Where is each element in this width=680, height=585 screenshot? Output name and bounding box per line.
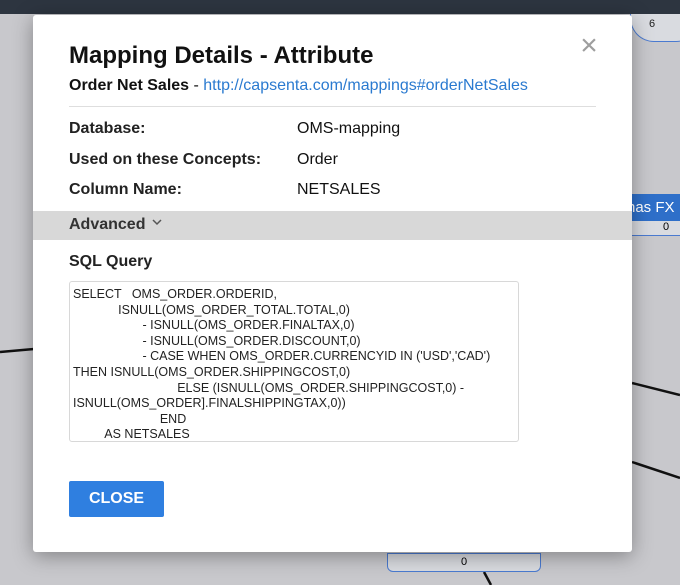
divider — [69, 106, 596, 107]
node-count: 0 — [460, 556, 468, 568]
sql-query-label: SQL Query — [69, 253, 153, 270]
field-label: Database: — [69, 120, 146, 137]
chevron-down-icon — [151, 215, 163, 232]
close-icon[interactable]: × — [576, 31, 602, 61]
advanced-toggle[interactable]: Advanced — [33, 211, 632, 240]
field-value: Order — [297, 151, 338, 168]
node-label: nas FX — [624, 194, 680, 221]
modal-title: Mapping Details - Attribute — [69, 42, 374, 69]
mapping-link[interactable]: http://capsenta.com/mappings#orderNetSal… — [203, 77, 528, 94]
node-count: 0 — [624, 221, 680, 236]
graph-node-bottom[interactable]: 0 — [387, 553, 541, 572]
field-value: NETSALES — [297, 181, 381, 198]
mapping-details-modal: × Mapping Details - Attribute Order Net … — [33, 15, 632, 552]
advanced-label: Advanced — [69, 216, 146, 233]
field-label: Column Name: — [69, 181, 182, 198]
modal-subtitle: Order Net Sales - http://capsenta.com/ma… — [69, 77, 528, 95]
field-label: Used on these Concepts: — [69, 151, 262, 168]
node-count: 6 — [648, 18, 656, 30]
close-button[interactable]: CLOSE — [69, 481, 164, 517]
sql-query-box[interactable]: SELECT OMS_ORDER.ORDERID, ISNULL(OMS_ORD… — [69, 281, 519, 442]
field-value: OMS-mapping — [297, 120, 401, 137]
mapping-name: Order Net Sales — [69, 77, 190, 94]
subtitle-separator: - — [189, 77, 204, 94]
graph-node-right[interactable]: nas FX 0 — [624, 194, 680, 238]
